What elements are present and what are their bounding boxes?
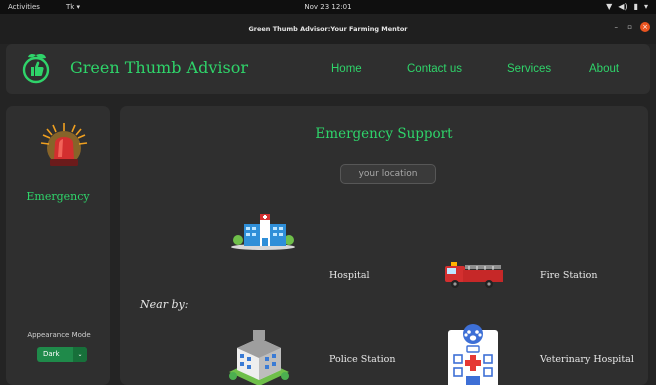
system-tray[interactable]: ▼ ◀) ▮ ▾: [606, 2, 648, 11]
system-top-bar: Activities Tk ▾ Nov 23 12:01 ▼ ◀) ▮ ▾: [0, 0, 656, 14]
appearance-mode-value: Dark: [43, 350, 60, 358]
emergency-panel: Emergency Support Near by: Hospital: [120, 106, 648, 385]
emergency-label[interactable]: Emergency: [6, 190, 110, 203]
nav-about[interactable]: About: [589, 63, 619, 75]
hospital-icon[interactable]: [230, 210, 296, 250]
volume-icon: ◀): [618, 2, 628, 11]
appearance-mode-label: Appearance Mode: [27, 331, 91, 339]
nav-home[interactable]: Home: [331, 63, 362, 75]
close-button[interactable]: ×: [640, 22, 650, 32]
hospital-label[interactable]: Hospital: [329, 270, 370, 281]
police-station-icon[interactable]: [227, 328, 291, 385]
battery-icon: ▮: [633, 2, 638, 11]
nav-services[interactable]: Services: [507, 63, 551, 75]
location-input[interactable]: [340, 164, 436, 184]
fire-station-label[interactable]: Fire Station: [540, 270, 598, 281]
fire-truck-icon[interactable]: [443, 258, 505, 290]
nav-contact-us[interactable]: Contact us: [407, 63, 462, 75]
nearby-label: Near by:: [140, 298, 189, 311]
veterinary-hospital-icon[interactable]: [438, 322, 508, 385]
window-title: Green Thumb Advisor:Your Farming Mentor: [248, 25, 408, 33]
plant-thumbs-up-icon: [22, 53, 50, 84]
maximize-button[interactable]: ▫: [627, 23, 632, 31]
page-title: Emergency Support: [315, 126, 453, 142]
window-title-bar: Green Thumb Advisor:Your Farming Mentor …: [0, 14, 656, 44]
app-brand: Green Thumb Advisor: [70, 58, 248, 77]
veterinary-hospital-label[interactable]: Veterinary Hospital: [540, 354, 634, 365]
chevron-down-icon[interactable]: ⌄: [73, 347, 87, 362]
police-station-label[interactable]: Police Station: [329, 354, 395, 365]
sidebar: Emergency Appearance Mode Dark ⌄: [6, 106, 110, 385]
network-icon: ▼: [606, 2, 613, 11]
app-content: Green Thumb Advisor Home Contact us Serv…: [0, 44, 656, 385]
navbar: Green Thumb Advisor Home Contact us Serv…: [6, 44, 650, 94]
emergency-siren-icon[interactable]: [39, 121, 89, 171]
tray-menu-icon: ▾: [643, 2, 648, 11]
appearance-mode-select[interactable]: Dark ⌄: [37, 347, 87, 362]
minimize-button[interactable]: –: [615, 23, 619, 31]
clock[interactable]: Nov 23 12:01: [0, 3, 656, 11]
